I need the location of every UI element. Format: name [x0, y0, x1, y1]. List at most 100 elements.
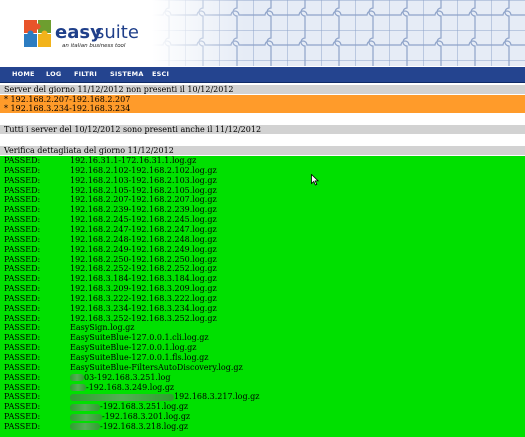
check-filename-text: EasySuiteBlue-127.0.0.1.log.gz [70, 343, 197, 353]
check-filename-text: EasySign.log.gz [70, 323, 135, 333]
check-row: PASSED: 192.168.2.207-192.168.2.207.log.g… [0, 195, 525, 204]
detail-check-list: PASSED: 192.16.31.1-172.16.31.1.log.gz PAS… [0, 156, 525, 437]
redacted-block [70, 403, 100, 411]
check-row: PASSED: 03-192.168.3.251.log [0, 373, 525, 382]
check-filename-text: -192.168.3.251.log.gz [100, 402, 189, 412]
check-row: PASSED: 192.168.2.249-192.168.2.249.log.g… [0, 245, 525, 254]
check-status: PASSED: [4, 362, 41, 372]
redacted-block [70, 384, 86, 392]
check-filename-text: 192.168.3.184-192.168.3.184.log.gz [70, 274, 217, 284]
check-row: PASSED: 192.16.31.1-172.16.31.1.log.gz [0, 156, 525, 165]
check-filename-text: 192.168.3.234-192.168.3.234.log.gz [70, 303, 217, 313]
check-status: PASSED: [4, 382, 41, 392]
check-filename: 192.168.3.217.log.gz [70, 392, 259, 401]
redacted-block [70, 423, 100, 431]
check-filename: EasySign.log.gz [70, 323, 134, 332]
check-status: PASSED: [4, 412, 41, 422]
nav-sistema[interactable]: SISTEMA [110, 67, 144, 82]
nav-home[interactable]: HOME [12, 67, 35, 82]
check-filename: 192.168.3.209-192.168.3.209.log.gz [70, 284, 217, 293]
nav-filtri[interactable]: FILTRI [74, 67, 97, 82]
check-filename: 192.168.2.250-192.168.2.250.log.gz [70, 255, 217, 264]
puzzle-logo-icon [24, 20, 51, 47]
check-filename: 192.168.3.234-192.168.3.234.log.gz [70, 304, 217, 313]
check-filename-text: 192.168.3.217.log.gz [174, 392, 260, 402]
check-filename: EasySuiteBlue-127.0.0.1.cli.log.gz [70, 333, 209, 342]
check-filename-text: -192.168.3.249.log.gz [86, 382, 175, 392]
nav-esci[interactable]: ESCI [152, 67, 169, 82]
check-filename-text: 192.168.2.105-192.168.2.105.log.gz [70, 185, 217, 195]
missing-server-item: * 192.168.2.207-192.168.2.207 [4, 95, 131, 104]
missing-server-item: * 192.168.3.234-192.168.3.234 [4, 104, 131, 113]
check-filename-text: 192.168.2.245-192.168.2.245.log.gz [70, 215, 217, 225]
check-status: PASSED: [4, 185, 41, 195]
check-row: PASSED: EasySuiteBlue-FiltersAutoDiscover… [0, 363, 525, 372]
check-filename-text: 192.168.2.252-192.168.2.252.log.gz [70, 264, 217, 274]
check-filename-text: -192.168.3.218.log.gz [100, 421, 189, 431]
check-filename-text: 192.168.2.249-192.168.2.249.log.gz [70, 244, 217, 254]
check-filename: 192.168.2.245-192.168.2.245.log.gz [70, 215, 217, 224]
check-status: PASSED: [4, 205, 41, 215]
check-row: PASSED: 192.168.2.248-192.168.2.248.log.g… [0, 235, 525, 244]
all-present-header: Tutti i server del 10/12/2012 sono prese… [0, 125, 525, 134]
check-filename: EasySuiteBlue-127.0.0.1.log.gz [70, 343, 197, 352]
check-filename: 192.168.2.102-192.168.2.102.log.gz [70, 166, 217, 175]
check-row: PASSED: 192.168.2.105-192.168.2.105.log.g… [0, 186, 525, 195]
check-status: PASSED: [4, 392, 41, 402]
check-status: PASSED: [4, 293, 41, 303]
check-row: PASSED: -192.168.3.251.log.gz [0, 402, 525, 411]
check-filename-text: 192.168.2.103-192.168.2.103.log.gz [70, 175, 217, 185]
redacted-block [70, 413, 102, 421]
check-row: PASSED: EasySuiteBlue-127.0.0.1.cli.log.g… [0, 333, 525, 342]
check-status: PASSED: [4, 303, 41, 313]
redacted-block [70, 393, 174, 401]
nav-log[interactable]: LOG [46, 67, 61, 82]
check-status: PASSED: [4, 156, 41, 165]
check-filename: 192.168.3.222-192.168.3.222.log.gz [70, 294, 217, 303]
check-row: PASSED: 192.168.3.222-192.168.3.222.log.g… [0, 294, 525, 303]
check-filename-text: 192.168.2.239-192.168.2.239.log.gz [70, 205, 217, 215]
check-row: PASSED: 192.168.2.245-192.168.2.245.log.g… [0, 215, 525, 224]
puzzle-banner [152, 0, 525, 66]
check-filename-text: EasySuiteBlue-127.0.0.1.cli.log.gz [70, 333, 209, 343]
check-filename-text: EasySuiteBlue-FiltersAutoDiscovery.log.g… [70, 362, 243, 372]
check-status: PASSED: [4, 284, 41, 294]
check-row: PASSED: -192.168.3.218.log.gz [0, 422, 525, 431]
check-filename-text: 192.168.2.207-192.168.2.207.log.gz [70, 195, 217, 205]
check-status: PASSED: [4, 274, 41, 284]
check-filename-text: 192.168.2.248-192.168.2.248.log.gz [70, 234, 217, 244]
check-filename: 192.168.2.249-192.168.2.249.log.gz [70, 245, 217, 254]
check-status: PASSED: [4, 254, 41, 264]
check-status: PASSED: [4, 224, 41, 234]
check-filename: 192.168.2.252-192.168.2.252.log.gz [70, 264, 217, 273]
check-status: PASSED: [4, 195, 41, 205]
check-filename: 192.168.2.247-192.168.2.247.log.gz [70, 225, 217, 234]
check-row: PASSED: 192.168.3.184-192.168.3.184.log.g… [0, 274, 525, 283]
check-row: PASSED: 192.168.2.102-192.168.2.102.log.g… [0, 166, 525, 175]
check-filename: 03-192.168.3.251.log [70, 373, 170, 382]
check-filename: -192.168.3.249.log.gz [70, 383, 174, 392]
check-filename: EasySuiteBlue-FiltersAutoDiscovery.log.g… [70, 363, 243, 372]
main-nav: HOME LOG FILTRI SISTEMA ESCI [0, 67, 525, 83]
check-filename: 192.168.2.105-192.168.2.105.log.gz [70, 186, 217, 195]
check-row: PASSED: 192.168.2.239-192.168.2.239.log.g… [0, 205, 525, 214]
check-filename: -192.168.3.201.log.gz [70, 412, 190, 421]
check-filename-text: 192.16.31.1-172.16.31.1.log.gz [70, 156, 197, 165]
check-filename-text: 192.168.3.222-192.168.3.222.log.gz [70, 293, 217, 303]
check-filename: EasySuiteBlue-127.0.0.1.fls.log.gz [70, 353, 208, 362]
check-row: PASSED: 192.168.3.252-192.168.3.252.log.g… [0, 314, 525, 323]
check-filename: -192.168.3.218.log.gz [70, 422, 188, 431]
svg-text:an italian business tool: an italian business tool [62, 43, 126, 49]
check-row: PASSED: 192.168.2.103-192.168.2.103.log.g… [0, 176, 525, 185]
check-status: PASSED: [4, 402, 41, 412]
check-filename: 192.168.3.184-192.168.3.184.log.gz [70, 274, 217, 283]
check-row: PASSED: 192.168.2.247-192.168.2.247.log.g… [0, 225, 525, 234]
check-row: PASSED: 192.168.2.250-192.168.2.250.log.g… [0, 255, 525, 264]
check-filename-text: 192.168.3.209-192.168.3.209.log.gz [70, 284, 217, 294]
check-status: PASSED: [4, 215, 41, 225]
detail-check-header: Verifica dettagliata del giorno 11/12/20… [0, 146, 525, 155]
easysuite-logo: easy suite an italian business tool [24, 20, 139, 49]
check-filename: 192.168.2.103-192.168.2.103.log.gz [70, 176, 217, 185]
check-filename: -192.168.3.251.log.gz [70, 402, 188, 411]
check-filename-text: 192.168.2.250-192.168.2.250.log.gz [70, 254, 217, 264]
